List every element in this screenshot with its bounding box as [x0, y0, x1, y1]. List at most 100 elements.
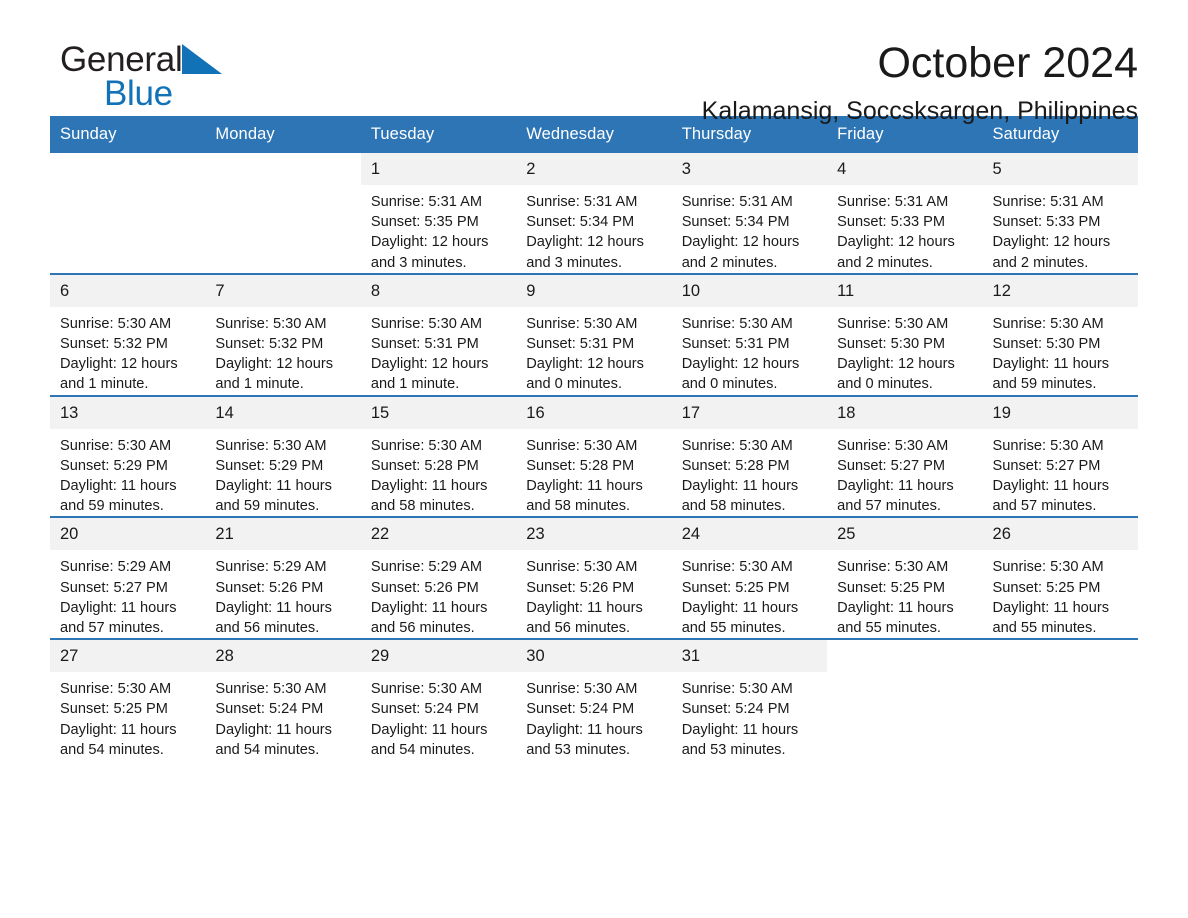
calendar-day-cell[interactable]: 21 Sunrise: 5:29 AM Sunset: 5:26 PM Dayligh… [205, 516, 361, 640]
calendar-day-cell[interactable]: 9 Sunrise: 5:30 AM Sunset: 5:31 PM Daylight… [516, 272, 672, 396]
day-details: Sunrise: 5:30 AM Sunset: 5:24 PM Daylight:… [672, 672, 827, 760]
calendar-day-cell[interactable]: 26 Sunrise: 5:30 AM Sunset: 5:25 PM Dayligh… [982, 516, 1138, 640]
calendar-day-cell[interactable]: 27 Sunrise: 5:30 AM Sunset: 5:25 PM Dayligh… [50, 638, 206, 761]
day-details: Sunrise: 5:30 AM Sunset: 5:27 PM Daylight:… [827, 429, 982, 517]
calendar-day-cell[interactable]: 5 Sunrise: 5:31 AM Sunset: 5:33 PM Daylight… [982, 153, 1138, 274]
day-number: 20 [50, 518, 206, 551]
day-cell-content [205, 153, 361, 273]
sunrise-text: Sunrise: 5:30 AM [526, 559, 638, 576]
daylight-text: Daylight: 12 hours and 2 minutes. [837, 234, 955, 271]
day-cell-content: 24 Sunrise: 5:30 AM Sunset: 5:25 PM Dayligh… [671, 518, 828, 638]
page-header: General Blue October 2024 Kalamansig, So… [50, 0, 1138, 125]
day-cell-content: 5 Sunrise: 5:31 AM Sunset: 5:33 PM Daylight… [982, 153, 1138, 273]
calendar-week-row: 27 Sunrise: 5:30 AM Sunset: 5:25 PM Dayligh… [50, 638, 1138, 761]
day-details: Sunrise: 5:30 AM Sunset: 5:26 PM Daylight:… [516, 550, 671, 638]
daylight-text: Daylight: 11 hours and 54 minutes. [60, 721, 177, 758]
calendar-day-cell[interactable]: 19 Sunrise: 5:30 AM Sunset: 5:27 PM Dayligh… [982, 394, 1138, 518]
calendar-day-cell[interactable]: 30 Sunrise: 5:30 AM Sunset: 5:24 PM Dayligh… [516, 638, 672, 761]
calendar-day-cell[interactable]: 15 Sunrise: 5:30 AM Sunset: 5:28 PM Dayligh… [360, 394, 517, 518]
day-details: Sunrise: 5:30 AM Sunset: 5:30 PM Daylight:… [983, 307, 1138, 395]
sunset-text: Sunset: 5:25 PM [60, 701, 168, 718]
calendar-day-cell[interactable]: 29 Sunrise: 5:30 AM Sunset: 5:24 PM Dayligh… [360, 638, 517, 761]
daylight-text: Daylight: 11 hours and 53 minutes. [526, 721, 643, 758]
calendar-day-cell[interactable]: 8 Sunrise: 5:30 AM Sunset: 5:31 PM Daylight… [360, 272, 517, 396]
day-details: Sunrise: 5:31 AM Sunset: 5:33 PM Daylight:… [983, 185, 1138, 273]
day-number: 19 [982, 396, 1138, 429]
day-number [205, 153, 361, 185]
day-details: Sunrise: 5:29 AM Sunset: 5:27 PM Daylight:… [50, 550, 205, 638]
calendar-day-cell[interactable]: 1 Sunrise: 5:31 AM Sunset: 5:35 PM Daylight… [360, 153, 517, 274]
day-cell-content: 16 Sunrise: 5:30 AM Sunset: 5:28 PM Dayligh… [516, 396, 672, 517]
sunrise-text: Sunrise: 5:30 AM [681, 437, 793, 454]
sunset-text: Sunset: 5:26 PM [370, 579, 479, 596]
daylight-text: Daylight: 11 hours and 59 minutes. [215, 478, 332, 515]
sunrise-text: Sunrise: 5:30 AM [60, 315, 172, 332]
calendar-day-cell[interactable]: 2 Sunrise: 5:31 AM Sunset: 5:34 PM Daylight… [516, 153, 672, 274]
calendar-day-cell[interactable]: 13 Sunrise: 5:30 AM Sunset: 5:29 PM Dayligh… [50, 394, 206, 518]
sunset-text: Sunset: 5:25 PM [992, 579, 1101, 596]
sunrise-text: Sunrise: 5:29 AM [60, 559, 172, 576]
sunset-text: Sunset: 5:32 PM [215, 336, 324, 353]
day-details: Sunrise: 5:31 AM Sunset: 5:35 PM Daylight:… [361, 185, 516, 273]
calendar-day-cell[interactable]: 3 Sunrise: 5:31 AM Sunset: 5:34 PM Daylight… [671, 153, 828, 274]
day-details: Sunrise: 5:29 AM Sunset: 5:26 PM Daylight:… [361, 550, 516, 638]
day-details: Sunrise: 5:30 AM Sunset: 5:28 PM Daylight:… [361, 429, 516, 517]
day-cell-content: 10 Sunrise: 5:30 AM Sunset: 5:31 PM Dayligh… [671, 274, 828, 395]
daylight-text: Daylight: 11 hours and 59 minutes. [60, 478, 177, 515]
calendar-day-cell[interactable]: 12 Sunrise: 5:30 AM Sunset: 5:30 PM Dayligh… [982, 272, 1138, 396]
logo-text-blue: Blue [104, 74, 173, 113]
calendar-day-cell[interactable]: 31 Sunrise: 5:30 AM Sunset: 5:24 PM Dayligh… [671, 638, 828, 761]
daylight-text: Daylight: 12 hours and 1 minute. [370, 356, 489, 393]
daylight-text: Daylight: 11 hours and 59 minutes. [992, 356, 1110, 393]
calendar-day-cell[interactable]: 4 Sunrise: 5:31 AM Sunset: 5:33 PM Daylight… [827, 153, 983, 274]
day-cell-content: 18 Sunrise: 5:30 AM Sunset: 5:27 PM Dayligh… [827, 396, 983, 517]
day-number: 3 [671, 153, 828, 185]
day-number: 4 [827, 153, 983, 185]
calendar-day-cell[interactable]: 17 Sunrise: 5:30 AM Sunset: 5:28 PM Dayligh… [671, 394, 828, 518]
calendar-day-cell[interactable]: 11 Sunrise: 5:30 AM Sunset: 5:30 PM Dayligh… [827, 272, 983, 396]
calendar-day-cell[interactable]: 23 Sunrise: 5:30 AM Sunset: 5:26 PM Dayligh… [516, 516, 672, 640]
sunrise-text: Sunrise: 5:31 AM [681, 194, 793, 210]
calendar-day-cell[interactable]: 6 Sunrise: 5:30 AM Sunset: 5:32 PM Daylight… [50, 272, 206, 396]
daylight-text: Daylight: 12 hours and 0 minutes. [837, 356, 955, 393]
sunset-text: Sunset: 5:35 PM [370, 214, 479, 231]
general-blue-logo[interactable]: General Blue [60, 42, 320, 111]
day-number: 25 [827, 518, 983, 551]
day-number: 14 [205, 396, 361, 429]
calendar-day-cell[interactable]: 25 Sunrise: 5:30 AM Sunset: 5:25 PM Dayligh… [827, 516, 983, 640]
sunset-text: Sunset: 5:32 PM [60, 336, 168, 353]
calendar-day-cell[interactable]: 28 Sunrise: 5:30 AM Sunset: 5:24 PM Dayligh… [205, 638, 361, 761]
daylight-text: Daylight: 11 hours and 58 minutes. [526, 478, 643, 515]
calendar-day-cell[interactable]: 20 Sunrise: 5:29 AM Sunset: 5:27 PM Dayligh… [50, 516, 206, 640]
calendar-day-cell[interactable]: 22 Sunrise: 5:29 AM Sunset: 5:26 PM Dayligh… [360, 516, 517, 640]
day-number [50, 153, 206, 185]
sunset-text: Sunset: 5:31 PM [681, 336, 790, 353]
calendar-day-cell [50, 153, 206, 274]
sunrise-text: Sunrise: 5:30 AM [992, 315, 1104, 332]
calendar-day-cell[interactable]: 10 Sunrise: 5:30 AM Sunset: 5:31 PM Dayligh… [671, 272, 828, 396]
day-number: 24 [671, 518, 828, 551]
day-cell-content: 7 Sunrise: 5:30 AM Sunset: 5:32 PM Daylight… [205, 274, 361, 395]
sunrise-text: Sunrise: 5:30 AM [215, 681, 327, 698]
day-number: 21 [205, 518, 361, 551]
sunrise-text: Sunrise: 5:30 AM [992, 437, 1104, 454]
sunrise-text: Sunrise: 5:30 AM [60, 437, 172, 454]
calendar-day-cell[interactable]: 7 Sunrise: 5:30 AM Sunset: 5:32 PM Daylight… [205, 272, 361, 396]
calendar-day-cell[interactable]: 18 Sunrise: 5:30 AM Sunset: 5:27 PM Dayligh… [827, 394, 983, 518]
sunrise-text: Sunrise: 5:30 AM [215, 437, 327, 454]
sunrise-text: Sunrise: 5:30 AM [837, 315, 949, 332]
day-details: Sunrise: 5:30 AM Sunset: 5:24 PM Daylight:… [205, 672, 360, 760]
daylight-text: Daylight: 12 hours and 1 minute. [215, 356, 334, 393]
calendar-day-cell[interactable]: 16 Sunrise: 5:30 AM Sunset: 5:28 PM Dayligh… [516, 394, 672, 518]
calendar-day-cell[interactable]: 24 Sunrise: 5:30 AM Sunset: 5:25 PM Dayligh… [671, 516, 828, 640]
daylight-text: Daylight: 11 hours and 58 minutes. [681, 478, 799, 515]
sunrise-text: Sunrise: 5:30 AM [370, 315, 482, 332]
day-details: Sunrise: 5:30 AM Sunset: 5:31 PM Daylight:… [672, 307, 827, 395]
day-number: 16 [516, 396, 672, 429]
sunset-text: Sunset: 5:28 PM [526, 457, 635, 474]
day-number: 8 [360, 274, 517, 307]
sunrise-text: Sunrise: 5:31 AM [526, 194, 638, 210]
calendar-day-cell[interactable]: 14 Sunrise: 5:30 AM Sunset: 5:29 PM Dayligh… [205, 394, 361, 518]
day-details: Sunrise: 5:29 AM Sunset: 5:26 PM Daylight:… [205, 550, 360, 638]
day-number: 11 [827, 274, 983, 307]
